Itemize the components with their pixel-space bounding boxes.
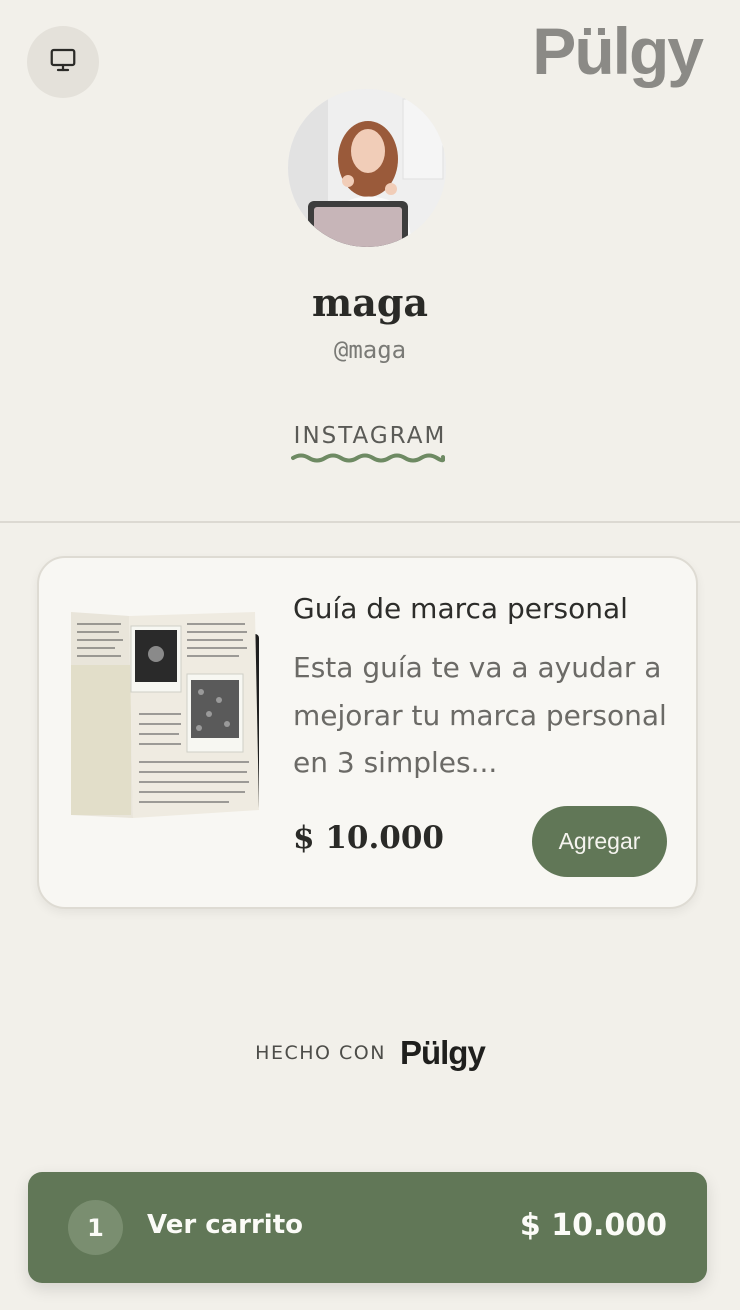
view-cart-button[interactable]: 1 Ver carrito $ 10.000 [28, 1172, 707, 1283]
link-underline [291, 453, 445, 463]
desktop-view-button[interactable] [27, 26, 99, 98]
footer-brand-text: Pülgy [399, 1034, 486, 1071]
product-description: Esta guía te va a ayudar a mejorar tu ma… [293, 651, 667, 779]
section-divider [0, 521, 740, 523]
cart-label: Ver carrito [147, 1210, 304, 1240]
product-price: $ 10.000 [293, 820, 445, 856]
product-image [69, 610, 264, 825]
footer-brand-logo: Pülgy [399, 1034, 486, 1072]
add-to-cart-button[interactable]: Agregar [532, 806, 667, 877]
brand-logo-text: Pülgy [532, 14, 704, 88]
brand-logo[interactable]: Pülgy [532, 18, 704, 84]
cart-count-badge: 1 [68, 1200, 123, 1255]
made-with-footer[interactable]: HECHO CON Pülgy [0, 1034, 740, 1072]
product-card[interactable]: Guía de marca personal Esta guía te va a… [37, 556, 698, 909]
page: Pülgy maga @maga INSTAGRAM Guía de marca… [0, 0, 740, 1310]
avatar [288, 89, 446, 247]
profile-name: maga [311, 280, 429, 325]
desktop-monitor-icon [48, 45, 78, 79]
made-with-label: HECHO CON [255, 1042, 386, 1064]
product-title: Guía de marca personal [293, 592, 628, 625]
instagram-link[interactable]: INSTAGRAM [0, 423, 740, 449]
cart-total: $ 10.000 [519, 1208, 667, 1243]
profile-handle: @maga [333, 336, 407, 364]
